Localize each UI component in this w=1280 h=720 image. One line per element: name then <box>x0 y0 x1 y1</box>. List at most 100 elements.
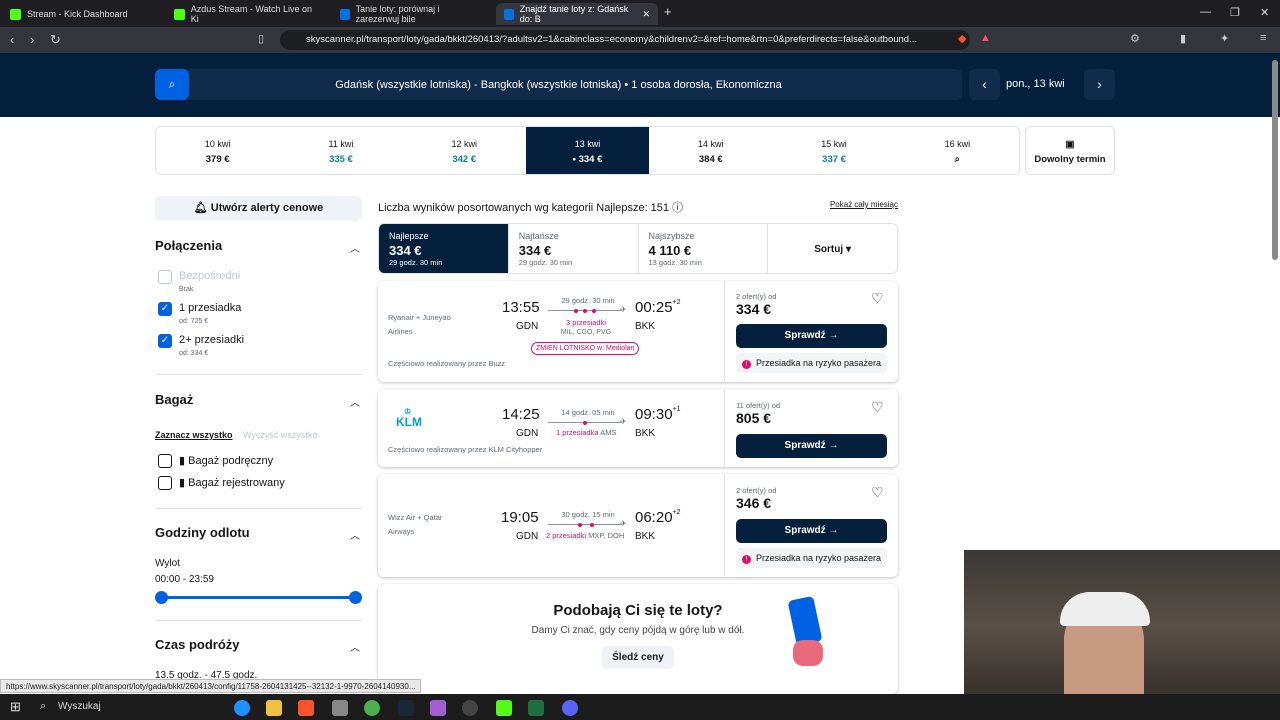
browser-tab[interactable]: Azdus Stream - Watch Live on Ki <box>166 3 328 25</box>
explorer-icon[interactable] <box>266 700 282 716</box>
flight-card[interactable]: ♔ KLM Częściowo realizowany przez KLM Cit… <box>378 389 898 467</box>
heart-icon[interactable]: ♡ <box>871 484 884 501</box>
select-flight-button[interactable]: Sprawdź → <box>736 519 887 543</box>
app-icon[interactable] <box>332 700 348 716</box>
search-icon[interactable]: ⌕ <box>40 700 46 713</box>
obs-icon[interactable] <box>462 700 478 716</box>
reload-icon[interactable]: ↻ <box>50 32 61 48</box>
next-date-button[interactable]: › <box>1084 69 1115 100</box>
forward-icon[interactable]: › <box>30 32 34 47</box>
price-alert-button[interactable]: 🔔︎ Utwórz alerty cenowe <box>155 196 362 221</box>
taskbar-search[interactable]: Wyszukaj <box>58 701 101 712</box>
steam-icon[interactable] <box>398 700 414 716</box>
search-summary-box[interactable]: ⌕ Gdańsk (wszystkie lotniska) - Bangkok … <box>155 69 962 100</box>
browser-tab-bar: Stream - Kick Dashboard Azdus Stream - W… <box>0 0 1280 27</box>
flight-duration: 30 godz. 15 min <box>561 510 615 519</box>
browser-tab[interactable]: Stream - Kick Dashboard <box>2 3 162 25</box>
date-option[interactable]: 10 kwi 379 € <box>156 127 279 174</box>
caret-down-icon: ▾ <box>845 244 851 255</box>
brave-shield-icon[interactable]: ◆ <box>958 32 966 45</box>
date-option-selected[interactable]: 13 kwi • 334 € <box>525 127 650 174</box>
url-input[interactable]: skyscanner.pl/transport/loty/gada/bkkt/2… <box>280 30 970 50</box>
departure-time: 19:05 <box>501 509 539 526</box>
filters-sidebar: 🔔︎ Utwórz alerty cenowe Połączenia ︿ Bez… <box>155 196 362 681</box>
tab-cheapest[interactable]: Najtańsze 334 €29 godz. 30 min <box>507 224 638 273</box>
date-option[interactable]: 14 kwi 384 € <box>649 127 772 174</box>
chevron-up-icon[interactable]: ︿ <box>350 394 360 409</box>
one-stop-checkbox[interactable]: ✓ <box>158 302 172 316</box>
brave-icon[interactable] <box>298 700 314 716</box>
two-stop-checkbox[interactable]: ✓ <box>158 334 172 348</box>
excel-icon[interactable] <box>528 700 544 716</box>
flight-card[interactable]: Ryanair + Juneyao Airlines 13:55 GDN 29 … <box>378 281 898 382</box>
date-price: • 334 € <box>572 154 603 165</box>
restore-icon[interactable]: ❐ <box>1230 6 1240 19</box>
minimize-icon[interactable]: — <box>1200 6 1211 18</box>
warning-icon: ! <box>742 360 751 369</box>
departure-times-heading[interactable]: Godziny odlotu <box>155 525 250 540</box>
chevron-up-icon[interactable]: ︿ <box>350 527 360 542</box>
info-icon[interactable]: ⓘ <box>672 202 683 214</box>
discord-icon[interactable] <box>562 700 578 716</box>
page-scrollbar[interactable] <box>1272 60 1278 260</box>
prev-date-button[interactable]: ‹ <box>969 69 1000 100</box>
flight-price: 334 € <box>736 301 772 317</box>
chevron-up-icon[interactable]: ︿ <box>350 240 360 255</box>
risk-label: Przesiadka na ryzyko pasażera <box>756 553 882 563</box>
chrome-icon[interactable] <box>364 700 380 716</box>
bag-icon: ▮ <box>179 477 189 489</box>
browser-tab[interactable]: Tanie loty: porównaj i zarezerwuj bile <box>332 3 492 25</box>
select-flight-button[interactable]: Sprawdź → <box>736 324 887 348</box>
carry-on-checkbox[interactable] <box>158 454 172 468</box>
sort-duration: 29 godz. 30 min <box>518 258 573 267</box>
windows-start-icon[interactable]: ⊞ <box>10 699 21 715</box>
departure-label: Wylot <box>155 558 180 569</box>
risk-badge[interactable]: ! Przesiadka na ryzyko pasażera <box>736 353 887 373</box>
stops-heading[interactable]: Połączenia <box>155 238 222 253</box>
date-option[interactable]: 11 kwi 335 € <box>279 127 402 174</box>
edge-icon[interactable] <box>234 700 250 716</box>
duration-heading[interactable]: Czas podróży <box>155 637 240 652</box>
leo-icon[interactable]: ✦ <box>1220 32 1229 45</box>
tab-best[interactable]: Najlepsze 334 €29 godz. 30 min <box>379 224 508 273</box>
bookmark-icon[interactable]: ▯ <box>258 32 264 45</box>
chevron-up-icon[interactable]: ︿ <box>350 639 360 654</box>
heart-icon[interactable]: ♡ <box>871 290 884 307</box>
card-divider <box>724 281 725 382</box>
sidebar-icon[interactable]: ▮ <box>1180 32 1186 45</box>
extensions-icon[interactable]: ⚙ <box>1130 32 1140 45</box>
date-option[interactable]: 12 kwi 342 € <box>403 127 526 174</box>
risk-badge[interactable]: ! Przesiadka na ryzyko pasażera <box>736 548 887 568</box>
select-all-link[interactable]: Zaznacz wszystko <box>155 430 233 440</box>
close-tab-icon[interactable]: ✕ <box>642 9 650 20</box>
carry-on-label: ▮ Bagaż podręczny <box>179 454 273 467</box>
close-window-icon[interactable]: ✕ <box>1260 6 1269 19</box>
tab-fastest[interactable]: Najszybsze 4 110 €13 godz. 30 min <box>637 224 768 273</box>
brave-rewards-icon[interactable]: ▲ <box>980 32 991 44</box>
date-option[interactable]: 16 kwi ⌕ <box>896 127 1019 174</box>
back-icon[interactable]: ‹ <box>10 32 14 47</box>
clear-all-link[interactable]: Wyczyść wszystko <box>243 430 317 440</box>
new-tab-icon[interactable]: + <box>664 4 672 19</box>
slider-handle-end[interactable] <box>349 591 362 604</box>
search-summary: Gdańsk (wszystkie lotniska) - Bangkok (w… <box>335 78 782 91</box>
browser-tab-active[interactable]: Znajdź tanie loty z: Gdańsk do: B ✕ <box>496 3 658 25</box>
baggage-heading[interactable]: Bagaż <box>155 392 193 407</box>
menu-icon[interactable]: ≡ <box>1260 32 1266 44</box>
date-option[interactable]: 15 kwi 337 € <box>772 127 895 174</box>
offers-count: 2 ofert(y) od <box>736 486 777 495</box>
any-date-button[interactable]: ▣ Dowolny termin <box>1025 126 1115 175</box>
slider-handle-start[interactable] <box>155 591 168 604</box>
track-prices-button[interactable]: Śledź ceny <box>602 646 674 669</box>
checked-bag-checkbox[interactable] <box>158 476 172 490</box>
app-icon[interactable] <box>430 700 446 716</box>
flight-card[interactable]: Wizz Air + Qatar Airways 19:05 GDN 30 go… <box>378 474 898 577</box>
sort-dropdown[interactable]: Sortuj ▾ <box>767 224 897 273</box>
time-slider-track[interactable] <box>161 596 355 599</box>
direct-checkbox[interactable] <box>158 270 172 284</box>
show-month-link[interactable]: Pokaż cały miesiąc <box>830 200 898 209</box>
kick-icon[interactable] <box>496 700 512 716</box>
search-icon[interactable]: ⌕ <box>155 69 189 100</box>
select-flight-button[interactable]: Sprawdź → <box>736 434 887 458</box>
heart-icon[interactable]: ♡ <box>871 399 884 416</box>
